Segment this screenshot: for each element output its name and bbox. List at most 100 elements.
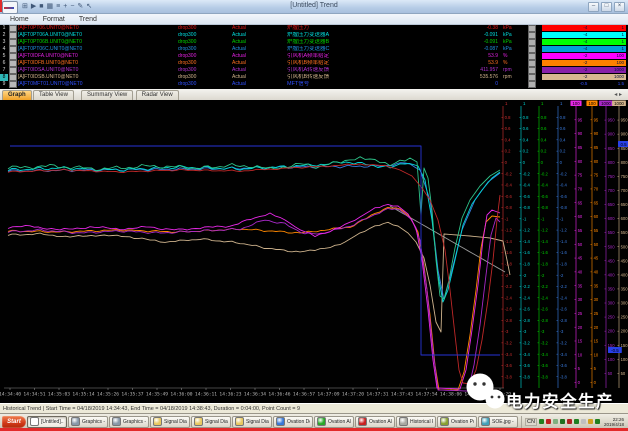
table-row[interactable]: 9[A]FT0MFT01.UNIT0@NET0drop300ActualMFT信…: [0, 81, 628, 88]
svg-text:75: 75: [578, 173, 583, 178]
svg-text:-3.8: -3.8: [560, 374, 568, 379]
menu-format[interactable]: Format: [43, 16, 65, 23]
svg-text:300: 300: [621, 301, 628, 306]
taskbar-button[interactable]: Signal Diag...: [150, 416, 190, 428]
svg-text:-1: -1: [505, 216, 509, 221]
time-tick-label: 14:37:20: [342, 392, 364, 398]
table-row[interactable]: 8[A]FT0IDSB.UNIT0@NET0drop300Actual引风机B转…: [0, 74, 628, 81]
point-name: [A]FT0PT06C.UNIT0@NET0: [18, 46, 176, 53]
svg-text:-2.6: -2.6: [541, 307, 549, 312]
tray-icon[interactable]: [588, 419, 593, 424]
pen-style-icon: [9, 53, 17, 60]
svg-text:300: 300: [608, 301, 616, 306]
svg-text:30: 30: [578, 297, 583, 302]
svg-text:850: 850: [608, 146, 616, 151]
taskbar-button[interactable]: Graphics -...: [109, 416, 149, 428]
svg-text:600: 600: [621, 216, 628, 221]
svg-text:1: 1: [541, 101, 544, 106]
svg-text:200: 200: [608, 329, 616, 334]
taskbar-button-label: [Untitled]...: [41, 419, 64, 425]
svg-text:0.2: 0.2: [523, 149, 529, 154]
scale-max: 100: [616, 53, 624, 59]
point-value-type: Actual: [232, 46, 284, 53]
taskbar-button[interactable]: Ovation Po...: [437, 416, 477, 428]
svg-text:100: 100: [608, 357, 616, 362]
taskbar-button[interactable]: Signal Diag...: [191, 416, 231, 428]
svg-text:-1.6: -1.6: [560, 250, 568, 255]
tray-icon[interactable]: [560, 419, 565, 424]
menu-bar: Home Format Trend: [0, 14, 628, 25]
svg-text:5: 5: [578, 366, 581, 371]
taskbar-button[interactable]: Historical R...: [396, 416, 436, 428]
table-row[interactable]: 6[A]FT0IDFB.UNIT0@NET0drop300Actual引风机B频…: [0, 60, 628, 67]
tray-icon[interactable]: [539, 419, 544, 424]
tray-icon[interactable]: [581, 419, 586, 424]
svg-text:250: 250: [608, 315, 616, 320]
taskbar-button[interactable]: Signal Diag...: [232, 416, 272, 428]
trend-chart[interactable]: 14:34:4014:34:5114:35:0314:35:1414:35:26…: [0, 100, 628, 403]
point-drop: drop300: [178, 53, 228, 60]
digital-axis-label-text: 0.5: [620, 142, 627, 147]
svg-text:-3: -3: [505, 329, 509, 334]
point-drop: drop300: [178, 39, 228, 46]
svg-text:0.8: 0.8: [505, 115, 511, 120]
svg-text:35: 35: [594, 283, 599, 288]
language-indicator[interactable]: CN: [525, 418, 537, 426]
svg-text:30: 30: [594, 297, 599, 302]
svg-text:0.2: 0.2: [505, 149, 511, 154]
taskbar-button[interactable]: Ovation Ala...: [314, 416, 354, 428]
taskbar-button[interactable]: Ovation De...: [273, 416, 313, 428]
menu-trend[interactable]: Trend: [79, 16, 97, 23]
table-row[interactable]: 2[A]FT0PT06A.UNIT0@NET0drop300Actual炉膛压力…: [0, 32, 628, 39]
point-description: 引风机A转速反馈: [287, 67, 437, 74]
svg-text:-1.2: -1.2: [505, 228, 513, 233]
compass-icon: [276, 417, 285, 426]
scale-min: -4: [583, 25, 587, 31]
svg-text:500: 500: [621, 244, 628, 249]
point-drop: drop300: [178, 60, 228, 67]
table-row[interactable]: 1[A]FT0PT06.UNIT0@NET0drop300Actual炉膛压力-…: [0, 25, 628, 32]
table-row[interactable]: 3[A]FT0PT06B.UNIT0@NET0drop300Actual炉膛压力…: [0, 39, 628, 46]
svg-text:-2.4: -2.4: [560, 295, 568, 300]
scale-max: 1000: [614, 67, 624, 73]
point-name: [A]FT0IDFB.UNIT0@NET0: [18, 60, 176, 67]
table-row[interactable]: 7[A]FT0IDSA.UNIT0@NET0drop300Actual引风机A转…: [0, 67, 628, 74]
tab-table-view[interactable]: Table View: [33, 90, 74, 100]
svg-text:10: 10: [594, 352, 599, 357]
svg-text:-1.2: -1.2: [541, 228, 549, 233]
tray-icon[interactable]: [567, 419, 572, 424]
tab-radar-view[interactable]: Radar View: [136, 90, 179, 100]
tray-icon[interactable]: [553, 419, 558, 424]
svg-text:650: 650: [621, 202, 628, 207]
taskbar-button[interactable]: Ovation Ala...: [355, 416, 395, 428]
svg-text:20: 20: [578, 325, 583, 330]
svg-text:800: 800: [608, 160, 616, 165]
minimize-button[interactable]: –: [588, 2, 599, 12]
point-units: kPa: [503, 32, 527, 39]
taskbar-button[interactable]: Graphics -...: [68, 416, 108, 428]
taskbar-button[interactable]: [Untitled]...: [27, 416, 67, 428]
point-drop: drop300: [178, 67, 228, 74]
tray-icon[interactable]: [595, 419, 600, 424]
close-button[interactable]: ×: [614, 2, 625, 12]
time-tick-label: 14:37:09: [317, 392, 339, 398]
tab-summary-view[interactable]: Summary View: [81, 90, 133, 100]
menu-home[interactable]: Home: [10, 16, 29, 23]
svg-text:90: 90: [578, 131, 583, 136]
taskbar-button[interactable]: SOE.jpg - P...: [478, 416, 518, 428]
tray-icon[interactable]: [574, 419, 579, 424]
start-button[interactable]: Start: [2, 416, 26, 428]
taskbar-button-label: Historical R...: [410, 419, 433, 425]
time-tick-label: 14:34:40: [0, 392, 21, 398]
point-value: 53.9: [440, 60, 498, 67]
svg-text:1000: 1000: [614, 101, 624, 106]
maximize-button[interactable]: □: [601, 2, 612, 12]
table-row[interactable]: 4[A]FT0PT06C.UNIT0@NET0drop300Actual炉膛压力…: [0, 46, 628, 53]
table-row[interactable]: 5[A]FT0IDFA.UNIT0@NET0drop300Actual引风机A频…: [0, 53, 628, 60]
tab-scroll-arrows[interactable]: ◂ ▸: [614, 91, 622, 98]
svg-text:-2.4: -2.4: [505, 295, 513, 300]
svg-text:-2: -2: [505, 273, 509, 278]
tab-graph[interactable]: Graph: [2, 90, 32, 100]
tray-icon[interactable]: [546, 419, 551, 424]
svg-text:400: 400: [621, 272, 628, 277]
